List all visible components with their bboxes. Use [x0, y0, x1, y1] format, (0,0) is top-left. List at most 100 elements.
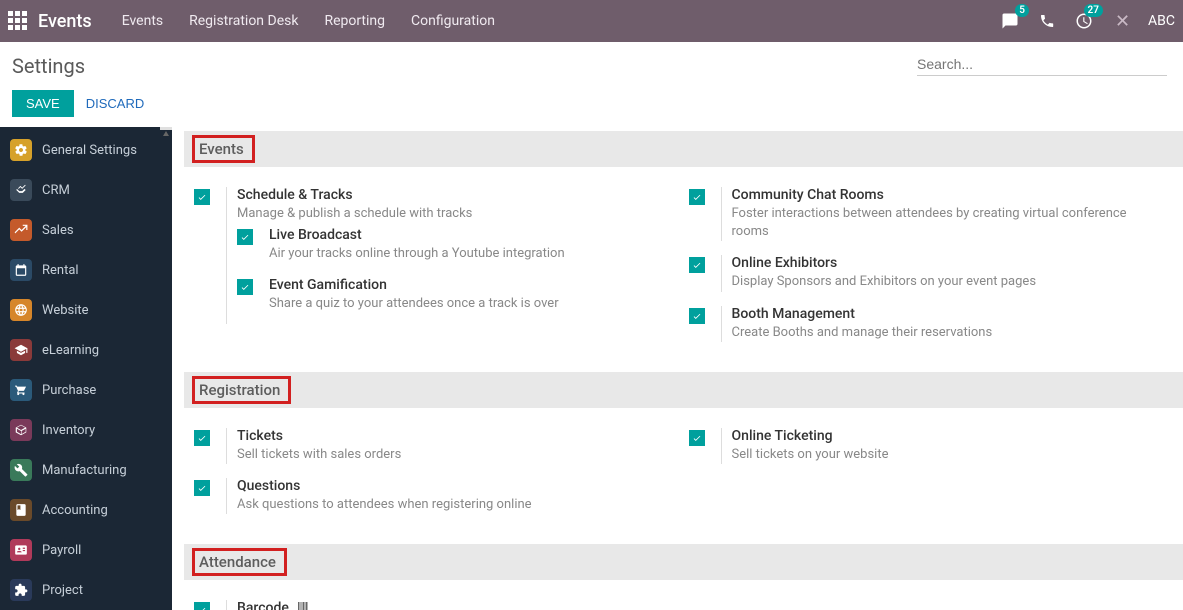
- checkbox[interactable]: [237, 229, 253, 245]
- checkbox[interactable]: [237, 279, 253, 295]
- messages-icon[interactable]: 5: [1001, 12, 1019, 30]
- sidebar-item-rental[interactable]: Rental: [0, 250, 172, 290]
- sidebar-item-inventory[interactable]: Inventory: [0, 410, 172, 450]
- sidebar-item-sales[interactable]: Sales: [0, 210, 172, 250]
- checkbox[interactable]: [194, 480, 210, 496]
- options-col-left: Barcode: [194, 596, 689, 610]
- nav-reporting[interactable]: Reporting: [324, 13, 385, 29]
- apps-grid-icon[interactable]: [8, 11, 28, 31]
- save-button[interactable]: SAVE: [12, 90, 74, 117]
- checkbox[interactable]: [689, 430, 705, 446]
- nav-events[interactable]: Events: [122, 13, 163, 29]
- globe-icon: [10, 299, 32, 321]
- option-title: Online Ticketing: [732, 428, 1141, 444]
- options-col-right: Online Ticketing Sell tickets on your web…: [689, 424, 1183, 524]
- setting-option: Booth Management Create Booths and manage…: [689, 302, 1183, 352]
- sidebar-item-label: Manufacturing: [42, 463, 127, 478]
- checkbox[interactable]: [689, 308, 705, 324]
- option-title: Live Broadcast: [269, 227, 646, 243]
- title-row: Settings: [0, 42, 1183, 86]
- gear-icon: [10, 139, 32, 161]
- option-desc: Foster interactions between attendees by…: [732, 205, 1141, 241]
- option-desc: Display Sponsors and Exhibitors on your …: [732, 273, 1141, 291]
- messages-badge: 5: [1015, 4, 1029, 17]
- sidebar-item-label: Purchase: [42, 383, 96, 398]
- calendar-key-icon: [10, 259, 32, 281]
- barcode-icon: [296, 600, 310, 610]
- options-grid: Tickets Sell tickets with sales orders Que…: [184, 418, 1183, 540]
- options-col-right: Community Chat RoomsFoster interactions …: [689, 183, 1183, 352]
- top-navbar: Events Events Registration Desk Reportin…: [0, 0, 1183, 42]
- checkbox[interactable]: [194, 602, 210, 610]
- options-col-left: Schedule & Tracks Manage & publish a sche…: [194, 183, 689, 352]
- discard-button[interactable]: DISCARD: [86, 96, 145, 111]
- option-title: Barcode: [237, 600, 646, 610]
- setting-option: Community Chat RoomsFoster interactions …: [689, 183, 1183, 251]
- sidebar-item-label: Rental: [42, 263, 79, 278]
- checkbox[interactable]: [689, 189, 705, 205]
- close-icon[interactable]: ✕: [1115, 11, 1130, 32]
- book-icon: [10, 499, 32, 521]
- section-header-attendance: Attendance: [184, 544, 1183, 580]
- sidebar-item-label: Sales: [42, 223, 74, 238]
- option-desc: Ask questions to attendees when register…: [237, 496, 646, 514]
- checkbox[interactable]: [194, 430, 210, 446]
- sidebar-item-label: Accounting: [42, 503, 108, 518]
- sidebar-item-general-settings[interactable]: General Settings: [0, 130, 172, 170]
- action-row: SAVE DISCARD: [0, 86, 1183, 127]
- sidebar-item-project[interactable]: Project: [0, 570, 172, 610]
- option-desc: Manage & publish a schedule with tracks: [237, 205, 646, 223]
- setting-option: Live Broadcast Air your tracks online thr…: [237, 223, 646, 273]
- setting-option: Event Gamification Share a quiz to your a…: [237, 273, 646, 323]
- setting-option: Online Ticketing Sell tickets on your web…: [689, 424, 1183, 474]
- option-desc: Air your tracks online through a Youtube…: [269, 245, 646, 263]
- option-desc: Sell tickets on your website: [732, 446, 1141, 464]
- sidebar-item-elearning[interactable]: eLearning: [0, 330, 172, 370]
- page-title: Settings: [12, 54, 917, 78]
- chart-up-icon: [10, 219, 32, 241]
- phone-icon[interactable]: [1039, 13, 1055, 29]
- section-header-registration: Registration: [184, 372, 1183, 408]
- setting-option: Barcode: [194, 596, 689, 610]
- sidebar-item-label: Website: [42, 303, 89, 318]
- sidebar-scroll-up-icon[interactable]: [160, 127, 172, 130]
- sidebar-item-accounting[interactable]: Accounting: [0, 490, 172, 530]
- checkbox[interactable]: [689, 257, 705, 273]
- highlight-box: Attendance: [192, 548, 287, 576]
- sidebar-item-label: CRM: [42, 183, 70, 198]
- search-wrap: [917, 56, 1167, 76]
- sidebar-item-manufacturing[interactable]: Manufacturing: [0, 450, 172, 490]
- setting-option: Schedule & Tracks Manage & publish a sche…: [194, 183, 689, 334]
- sidebar-item-purchase[interactable]: Purchase: [0, 370, 172, 410]
- highlight-box: Events: [192, 135, 255, 163]
- option-title: Online Exhibitors: [732, 255, 1141, 271]
- nav-registration-desk[interactable]: Registration Desk: [189, 13, 298, 29]
- option-title: Booth Management: [732, 306, 1141, 322]
- options-grid: Schedule & Tracks Manage & publish a sche…: [184, 177, 1183, 368]
- options-col-right: [689, 596, 1183, 610]
- app-brand[interactable]: Events: [38, 11, 92, 32]
- sidebar-item-payroll[interactable]: Payroll: [0, 530, 172, 570]
- activities-icon[interactable]: 27: [1075, 12, 1093, 30]
- search-input[interactable]: [917, 56, 1167, 72]
- settings-main: Events Schedule & Tracks Manage & publish …: [172, 127, 1183, 610]
- id-card-icon: [10, 539, 32, 561]
- box-icon: [10, 419, 32, 441]
- option-desc: Sell tickets with sales orders: [237, 446, 646, 464]
- checkbox[interactable]: [194, 189, 210, 205]
- option-title: Event Gamification: [269, 277, 646, 293]
- setting-option: QuestionsAsk questions to attendees when…: [194, 474, 689, 524]
- highlight-box: Registration: [192, 376, 291, 404]
- graduation-icon: [10, 339, 32, 361]
- settings-sidebar: General Settings CRM Sales Rental Website eLe…: [0, 127, 172, 610]
- option-desc: Create Booths and manage their reservati…: [732, 324, 1141, 342]
- options-grid: Barcode: [184, 590, 1183, 610]
- option-title: Tickets: [237, 428, 646, 444]
- nav-configuration[interactable]: Configuration: [411, 13, 495, 29]
- sidebar-item-website[interactable]: Website: [0, 290, 172, 330]
- option-title: Schedule & Tracks: [237, 187, 646, 203]
- user-menu[interactable]: ABC: [1148, 13, 1175, 29]
- option-desc: Share a quiz to your attendees once a tr…: [269, 295, 646, 313]
- setting-option: Online Exhibitors Display Sponsors and Ex…: [689, 251, 1183, 301]
- sidebar-item-crm[interactable]: CRM: [0, 170, 172, 210]
